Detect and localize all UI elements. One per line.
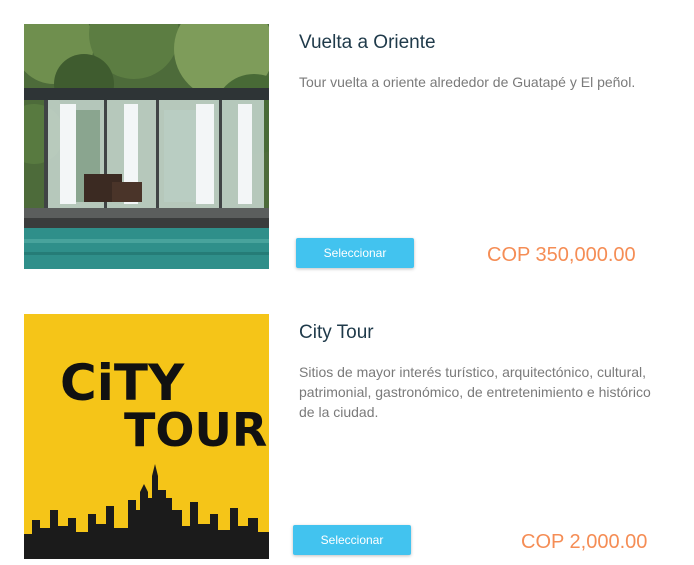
select-button[interactable]: Seleccionar bbox=[296, 238, 414, 268]
city-tour-logo-image: CiTY TOUR bbox=[24, 314, 269, 559]
product-image-floating-cabin[interactable] bbox=[24, 24, 269, 269]
select-button[interactable]: Seleccionar bbox=[293, 525, 411, 555]
cabin-on-water-image bbox=[24, 24, 269, 269]
product-description: Tour vuelta a oriente alrededor de Guata… bbox=[299, 74, 636, 90]
product-title[interactable]: Vuelta a Oriente bbox=[299, 32, 436, 54]
logo-text-tour: TOUR bbox=[124, 403, 267, 457]
product-title[interactable]: City Tour bbox=[299, 322, 374, 344]
product-card-vuelta-a-oriente: Vuelta a Oriente Tour vuelta a oriente a… bbox=[0, 0, 694, 290]
product-description: Sitios de mayor interés turístico, arqui… bbox=[299, 364, 651, 420]
product-image-city-tour-logo[interactable]: CiTY TOUR bbox=[24, 314, 269, 559]
product-price: COP 2,000.00 bbox=[521, 531, 648, 553]
product-card-city-tour: CiTY TOUR City Tour Sitios de mayor inte… bbox=[0, 290, 694, 565]
product-price: COP 350,000.00 bbox=[487, 244, 636, 266]
